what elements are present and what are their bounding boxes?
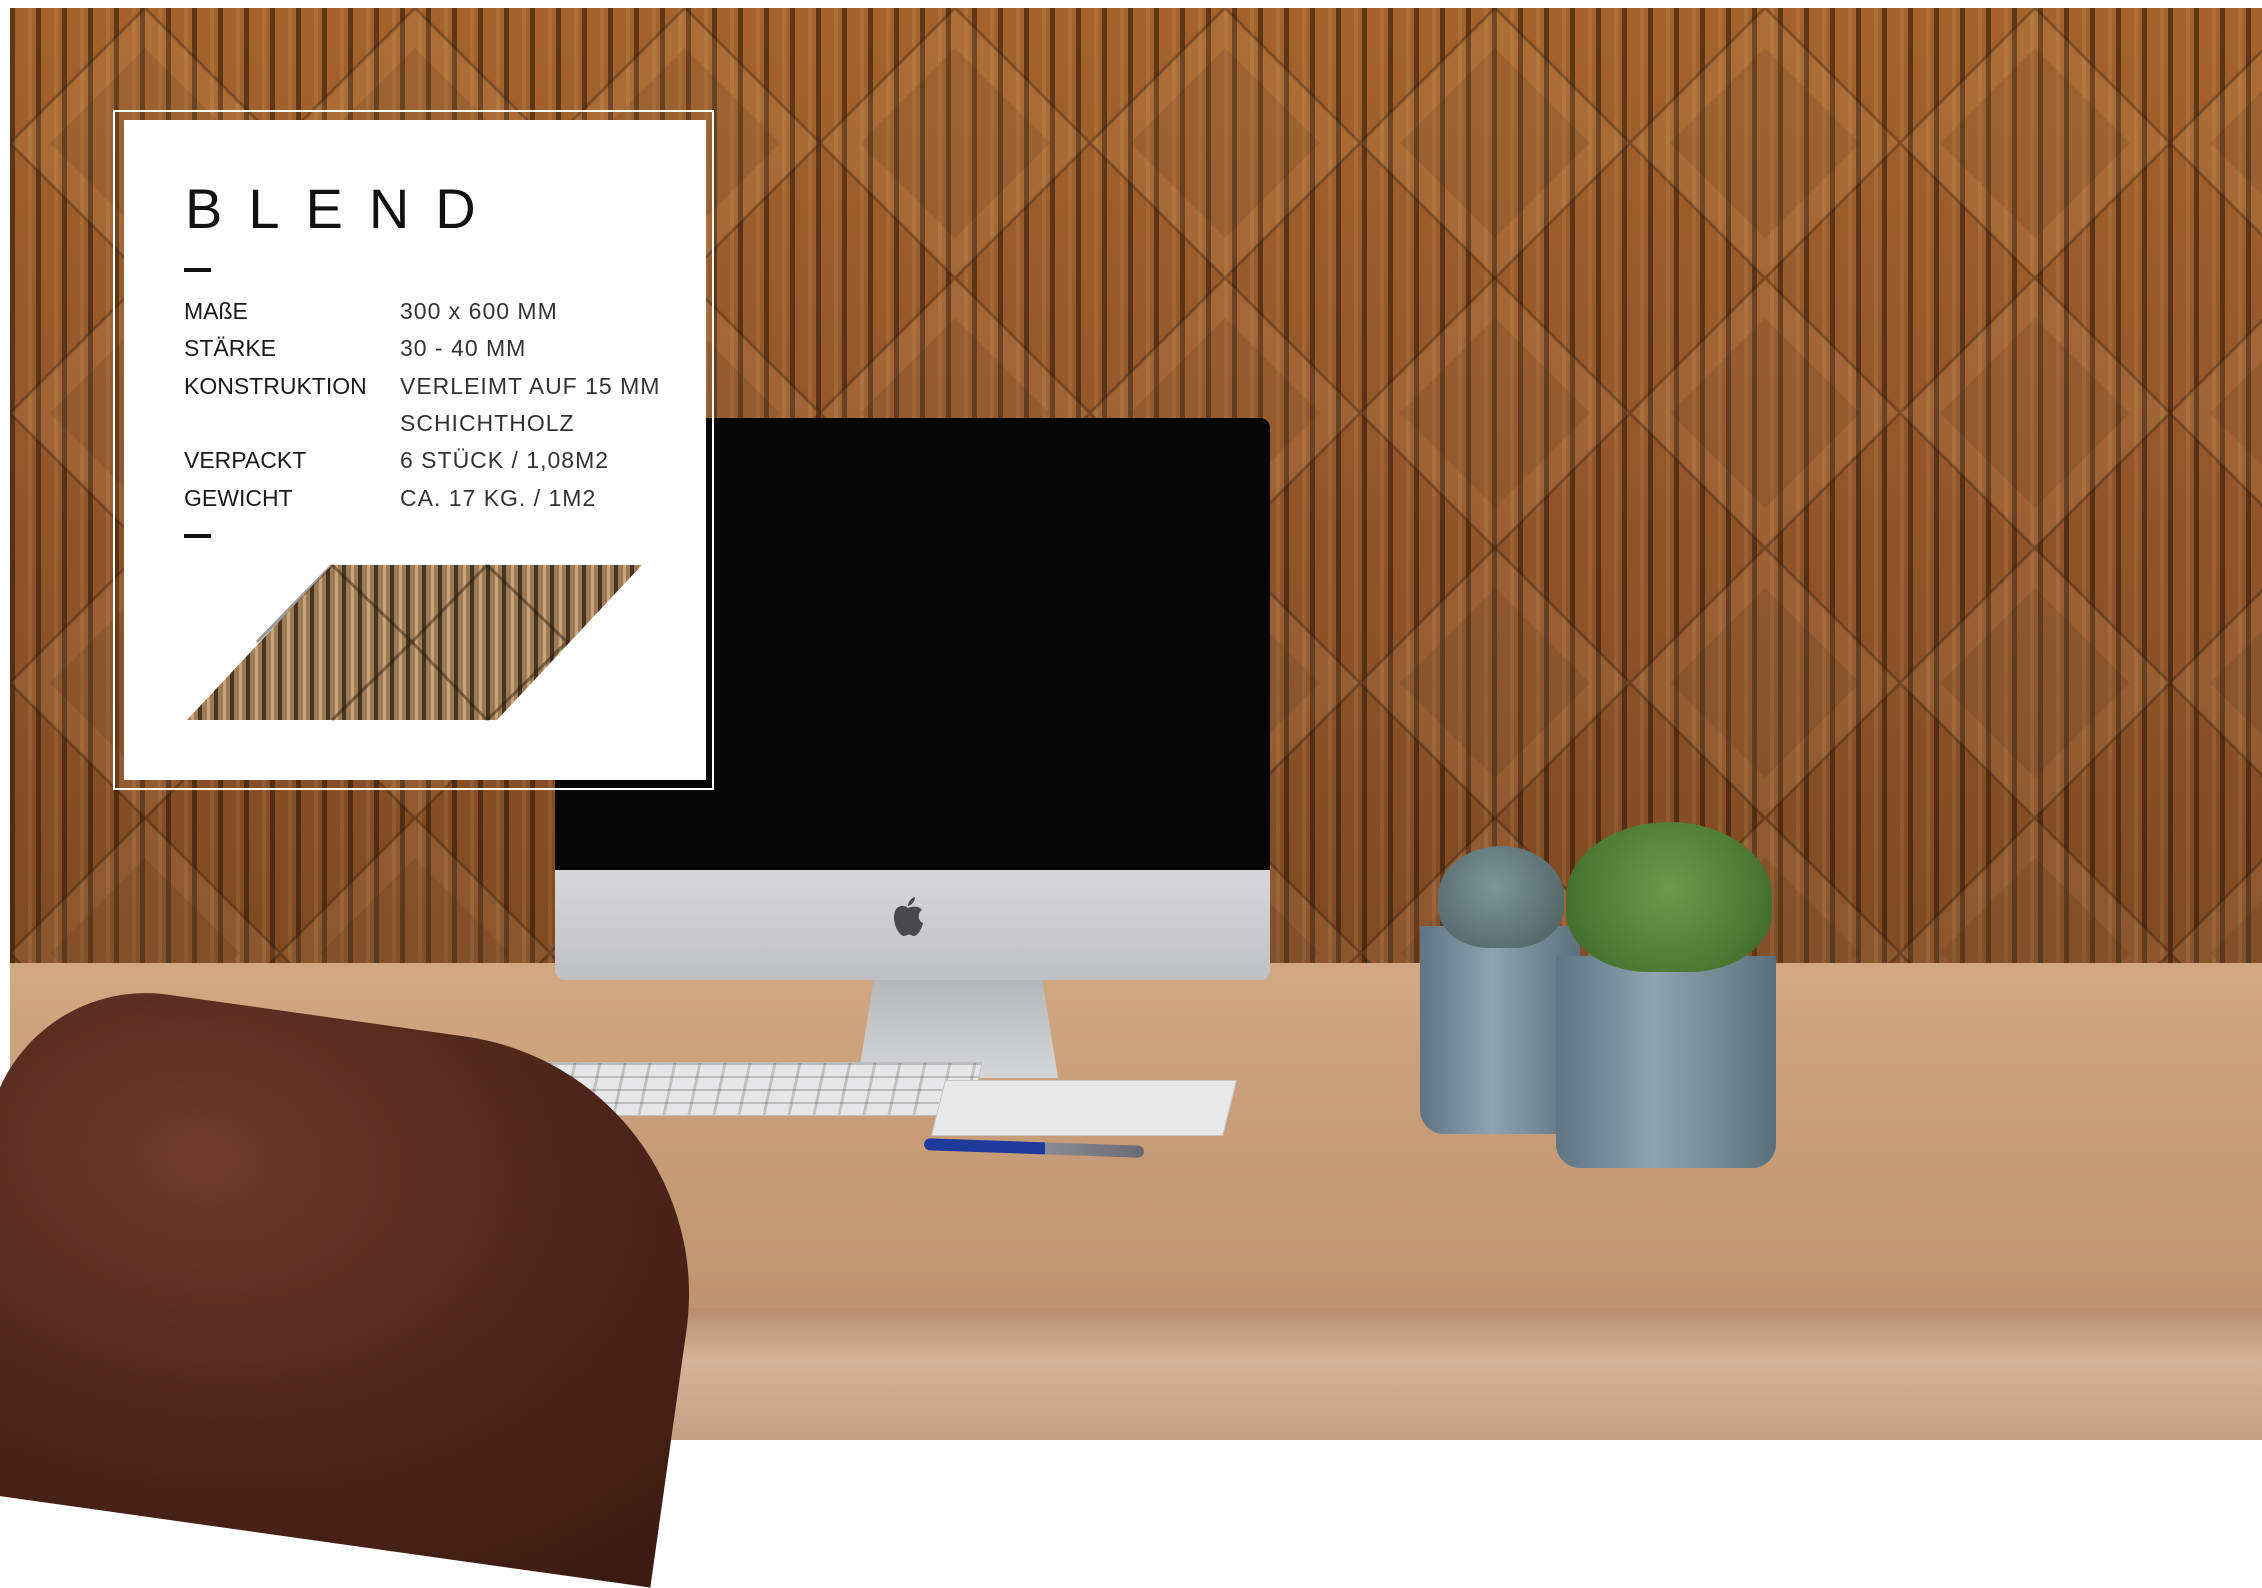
product-title: BLEND: [185, 177, 502, 240]
spec-label: MAßE: [184, 298, 248, 324]
trackpad: [931, 1080, 1237, 1136]
spec-value: SCHICHTHOLZ: [400, 410, 575, 436]
apple-logo-icon: [894, 897, 923, 936]
spec-label: KONSTRUKTION: [184, 373, 367, 399]
spec-value: 30 - 40 MM: [400, 335, 527, 361]
cactus: [1566, 822, 1772, 972]
spec-label: VERPACKT: [184, 447, 307, 473]
spec-value: CA. 17 KG. / 1M2: [400, 485, 597, 511]
divider: [184, 268, 211, 272]
spec-value: VERLEIMT AUF 15 MM: [400, 373, 661, 399]
spec-label: GEWICHT: [184, 485, 293, 511]
divider: [184, 534, 211, 538]
spec-value: 6 STÜCK / 1,08M2: [400, 447, 610, 473]
spec-label: STÄRKE: [184, 335, 277, 361]
cactus: [1438, 846, 1564, 948]
spec-value: 300 x 600 MM: [400, 298, 558, 324]
plant-pot: [1556, 956, 1776, 1168]
panel-swatch-image: [187, 563, 642, 722]
